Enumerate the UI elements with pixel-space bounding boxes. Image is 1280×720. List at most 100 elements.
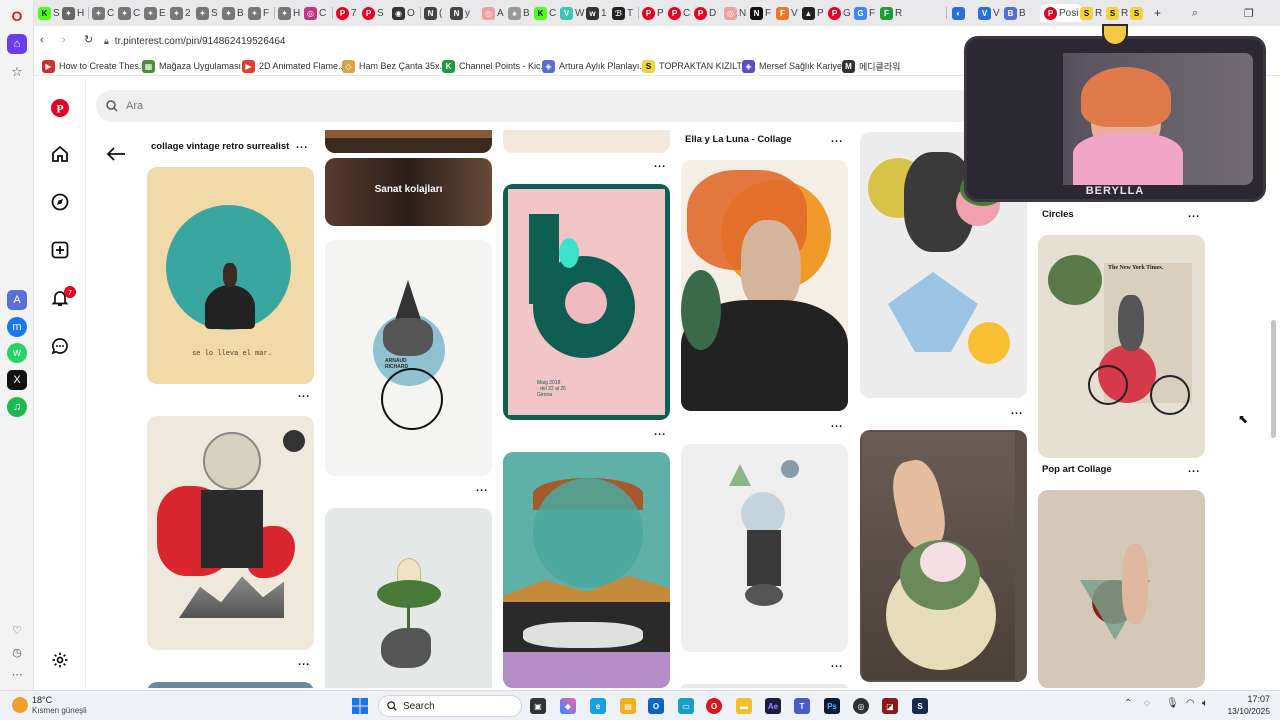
browser-tab[interactable]: ♠ B xyxy=(508,4,530,22)
pin-card[interactable]: The New York Times. xyxy=(1038,235,1205,458)
browser-tab[interactable]: SR xyxy=(1106,4,1128,22)
browser-tab[interactable]: NF xyxy=(750,4,771,22)
folder-icon[interactable]: ▬ xyxy=(736,698,752,714)
browser-tab[interactable]: PC xyxy=(668,4,690,22)
url-field[interactable]: 🔒︎ tr.pinterest.com/pin/914862419526464 xyxy=(104,30,804,52)
bookmark-item[interactable]: ▶ 2D Animated Flame... xyxy=(242,59,346,73)
pin-card[interactable] xyxy=(681,160,848,411)
bookmark-item[interactable]: ◈ Mersef Sağlık Kariye... xyxy=(742,59,850,73)
browser-tab[interactable]: PP xyxy=(642,4,664,22)
pin-more-button[interactable]: ... xyxy=(831,418,843,430)
tray-app-icon[interactable]: ◌ xyxy=(1144,698,1150,709)
browser-tab[interactable]: PS xyxy=(362,4,384,22)
pin-card[interactable] xyxy=(681,444,848,652)
browser-tab[interactable]: SR xyxy=(1080,4,1102,22)
browser-tab[interactable]: FR xyxy=(880,4,902,22)
browser-tab[interactable]: ✦ 2 xyxy=(170,4,191,22)
microphone-icon[interactable]: 🎙︎ xyxy=(1166,698,1179,709)
whatsapp-icon[interactable]: w xyxy=(7,343,27,363)
browser-tab[interactable]: ◐ xyxy=(952,4,965,22)
browser-tab[interactable]: N( xyxy=(424,4,442,22)
pin-card[interactable] xyxy=(325,130,492,153)
opera-icon[interactable]: O xyxy=(706,698,722,714)
after-effects-icon[interactable]: Ae xyxy=(765,698,781,714)
pin-more-button[interactable]: ... xyxy=(476,482,488,494)
file-explorer-icon[interactable]: ▤ xyxy=(620,698,636,714)
pin-more-button[interactable]: ... xyxy=(831,658,843,670)
browser-tab[interactable]: ✦ H xyxy=(278,4,300,22)
pin-card[interactable] xyxy=(147,682,314,688)
pin-more-button[interactable]: ... xyxy=(296,139,308,151)
browser-tab[interactable]: GF xyxy=(854,4,875,22)
browser-tab[interactable]: ◎ C xyxy=(304,4,326,22)
browser-tab[interactable]: PG xyxy=(828,4,851,22)
back-arrow-button[interactable] xyxy=(106,146,126,167)
volume-icon[interactable]: 🔈︎ xyxy=(1202,698,1208,709)
wifi-icon[interactable]: ◠ xyxy=(1186,698,1195,709)
clock-date[interactable]: 13/10/2025 xyxy=(1212,706,1270,716)
browser-tab[interactable]: ◎ N xyxy=(724,4,746,22)
clock-time[interactable]: 17:07 xyxy=(1222,694,1270,704)
browser-tab[interactable]: VW xyxy=(560,4,584,22)
outlook-icon[interactable]: O xyxy=(648,698,664,714)
browser-tab[interactable]: ✦ H xyxy=(62,4,84,22)
browser-tab[interactable]: S xyxy=(1130,4,1143,22)
browser-tab[interactable]: P7 xyxy=(336,4,357,22)
pin-more-button[interactable]: ... xyxy=(654,158,666,170)
obs-icon[interactable]: ◎ xyxy=(853,698,869,714)
reload-button[interactable]: ↻ xyxy=(84,33,93,46)
opera-logo-icon[interactable]: O xyxy=(7,6,27,26)
bookmark-item[interactable]: ▦ Mağaza Uygulaması... xyxy=(142,59,249,73)
browser-tab[interactable]: ◉ O xyxy=(392,4,415,22)
copilot-icon[interactable]: ◆ xyxy=(560,698,576,714)
scrollbar-thumb[interactable] xyxy=(1271,320,1276,438)
create-plus-icon[interactable] xyxy=(48,238,72,262)
browser-tab[interactable]: ℬT xyxy=(612,4,633,22)
search-tabs-button[interactable]: ⌕ xyxy=(1192,4,1198,22)
messenger-icon[interactable]: m xyxy=(7,317,27,337)
browser-tab-active[interactable]: P Posi xyxy=(1040,4,1083,22)
pin-more-button[interactable]: ... xyxy=(654,426,666,438)
pinboard-icon[interactable]: ☆ xyxy=(7,62,27,82)
bookmark-item[interactable]: ◈ Artura Aylık Planlayı... xyxy=(542,59,647,73)
pin-card[interactable] xyxy=(325,508,492,688)
forward-button[interactable]: › xyxy=(62,34,66,46)
explore-compass-icon[interactable] xyxy=(48,190,72,214)
pin-card[interactable]: ARNAUD RICHARD xyxy=(325,240,492,476)
aria-icon[interactable]: A xyxy=(7,290,27,310)
tray-chevron-up-icon[interactable]: ⌃ xyxy=(1124,698,1132,709)
browser-tab[interactable]: ✦ C xyxy=(118,4,140,22)
home-icon[interactable] xyxy=(48,142,72,166)
browser-tab[interactable]: FV xyxy=(776,4,798,22)
photoshop-icon[interactable]: Ps xyxy=(824,698,840,714)
browser-tab[interactable]: BB xyxy=(1004,4,1026,22)
heart-icon[interactable]: ♡ xyxy=(7,620,27,640)
browser-tab[interactable]: KC xyxy=(534,4,556,22)
new-tab-button[interactable]: + xyxy=(1154,4,1161,22)
browser-tab[interactable]: ✦ F xyxy=(248,4,269,22)
browser-tab[interactable]: w1 xyxy=(586,4,607,22)
browser-tab[interactable]: ◎ A xyxy=(482,4,504,22)
windows-start-icon[interactable] xyxy=(352,698,368,714)
pin-card[interactable] xyxy=(681,684,848,688)
pinterest-logo-icon[interactable]: P xyxy=(48,96,72,120)
taskbar-search[interactable]: Search xyxy=(378,695,522,717)
bookmark-item[interactable]: ◇ Ham Bez Çanta 35x... xyxy=(342,59,447,73)
spotify-icon[interactable]: ♫ xyxy=(7,397,27,417)
pc-icon[interactable]: ▭ xyxy=(678,698,694,714)
pin-card[interactable]: Maig 2018 · del 22 al 26 Girona xyxy=(503,184,670,420)
bookmark-item[interactable]: ▶ How to Create Thes... xyxy=(42,59,146,73)
restore-window-button[interactable]: ❐ xyxy=(1244,4,1254,22)
pin-more-button[interactable]: ... xyxy=(831,133,843,145)
pin-more-button[interactable]: ... xyxy=(1188,208,1200,220)
bookmark-item[interactable]: K Channel Points - Kic... xyxy=(442,59,548,73)
search-bar[interactable]: Ara xyxy=(96,90,976,122)
pin-more-button[interactable]: ... xyxy=(1188,463,1200,475)
pin-card[interactable]: Sanat kolajları xyxy=(325,158,492,226)
pin-card[interactable] xyxy=(503,130,670,153)
pin-more-button[interactable]: ... xyxy=(1011,405,1023,417)
browser-tab[interactable]: PD xyxy=(694,4,716,22)
edge-icon[interactable]: e xyxy=(590,698,606,714)
browser-tab[interactable]: KS xyxy=(38,4,60,22)
bookmark-item[interactable]: S TOPRAKTAN KIZILT... xyxy=(642,59,749,73)
